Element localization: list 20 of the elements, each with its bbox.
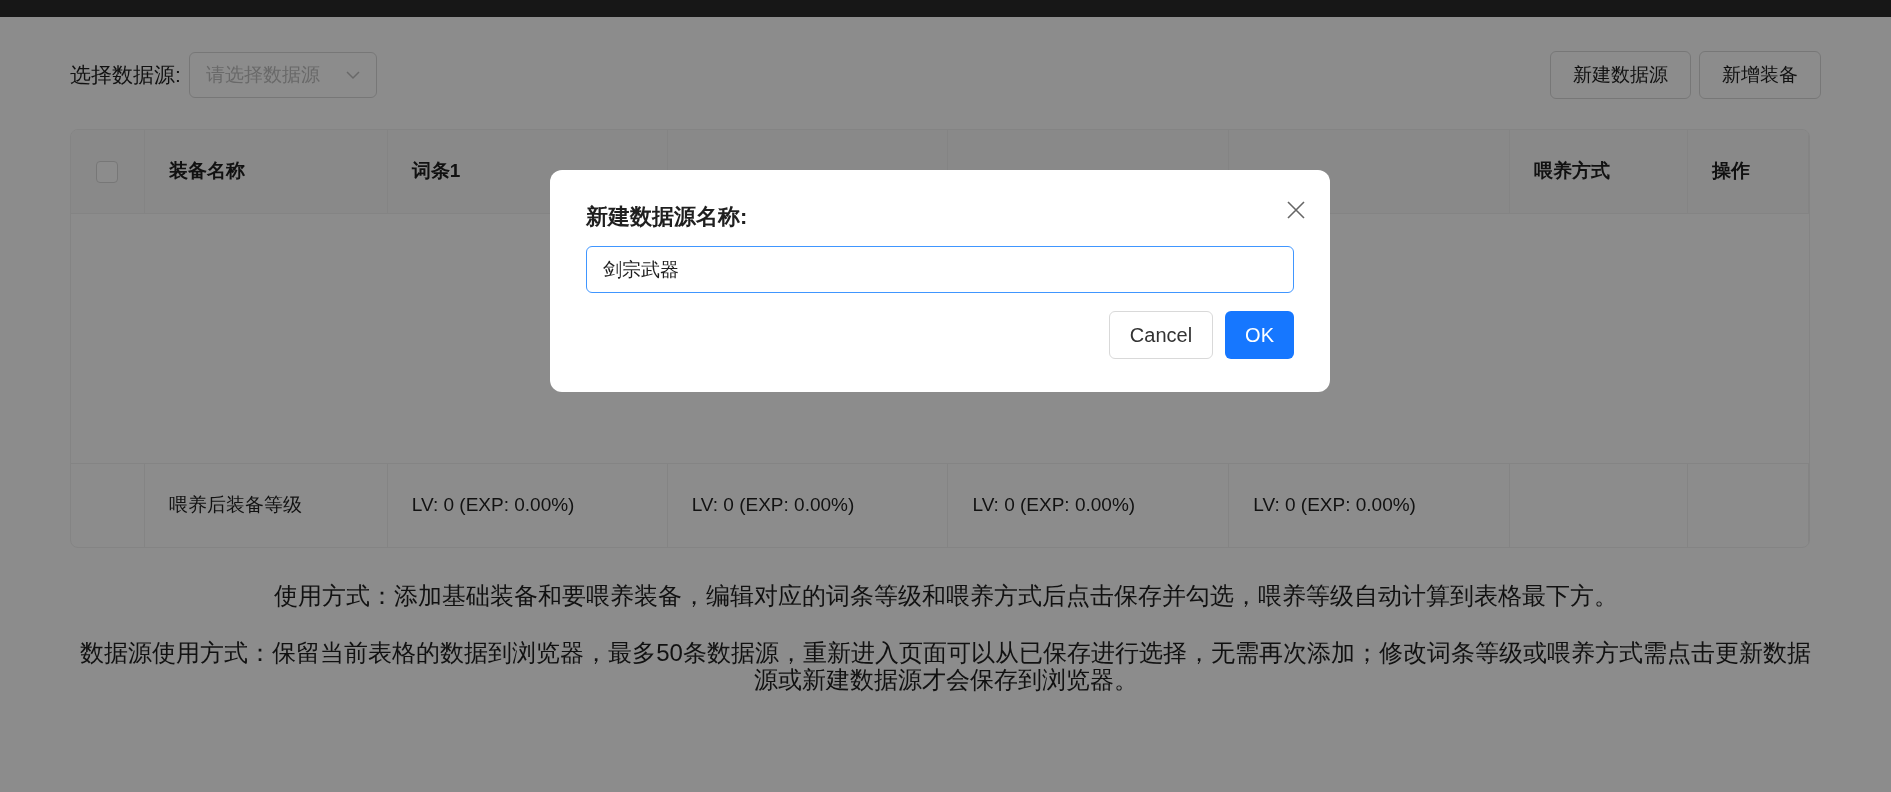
usage-note: 数据源使用方式：保留当前表格的数据到浏览器，最多50条数据源，重新进入页面可以从已保存进行选择，无需再次添加；修改词条等级或喂养方式需点击更新数据源或新建数据源才会保存到浏览器。 — [79, 639, 1812, 693]
column-header: 词条1 — [411, 159, 461, 184]
column-header: 操作 — [1712, 159, 1751, 184]
column-header: 装备名称 — [168, 159, 245, 184]
column-header: 喂养方式 — [1534, 159, 1611, 184]
ok-button[interactable]: OK — [1225, 311, 1294, 359]
toolbar-button[interactable]: 新增装备 — [1699, 51, 1821, 99]
close-icon[interactable] — [1286, 200, 1306, 220]
table-cell-text: LV: 0 (EXP: 0.00%) — [691, 493, 855, 518]
table-cell-text: LV: 0 (EXP: 0.00%) — [411, 493, 575, 518]
table-cell-text: 喂养后装备等级 — [168, 493, 302, 518]
select-label: 选择数据源: — [70, 62, 181, 89]
cancel-button[interactable]: Cancel — [1108, 311, 1214, 359]
table-cell-text: LV: 0 (EXP: 0.00%) — [1253, 493, 1416, 518]
toolbar-button[interactable]: 新建数据源 — [1550, 51, 1691, 99]
name-input[interactable]: 剑宗武器 — [586, 246, 1294, 293]
chevron-down-icon — [345, 70, 360, 80]
usage-note: 使用方式：添加基础装备和要喂养装备，编辑对应的词条等级和喂养方式后点击保存并勾选，喂养等级自动计算到表格最下方。 — [272, 582, 1619, 609]
dialog-title: 新建数据源名称: — [586, 203, 749, 231]
table-cell-text: LV: 0 (EXP: 0.00%) — [972, 493, 1136, 518]
